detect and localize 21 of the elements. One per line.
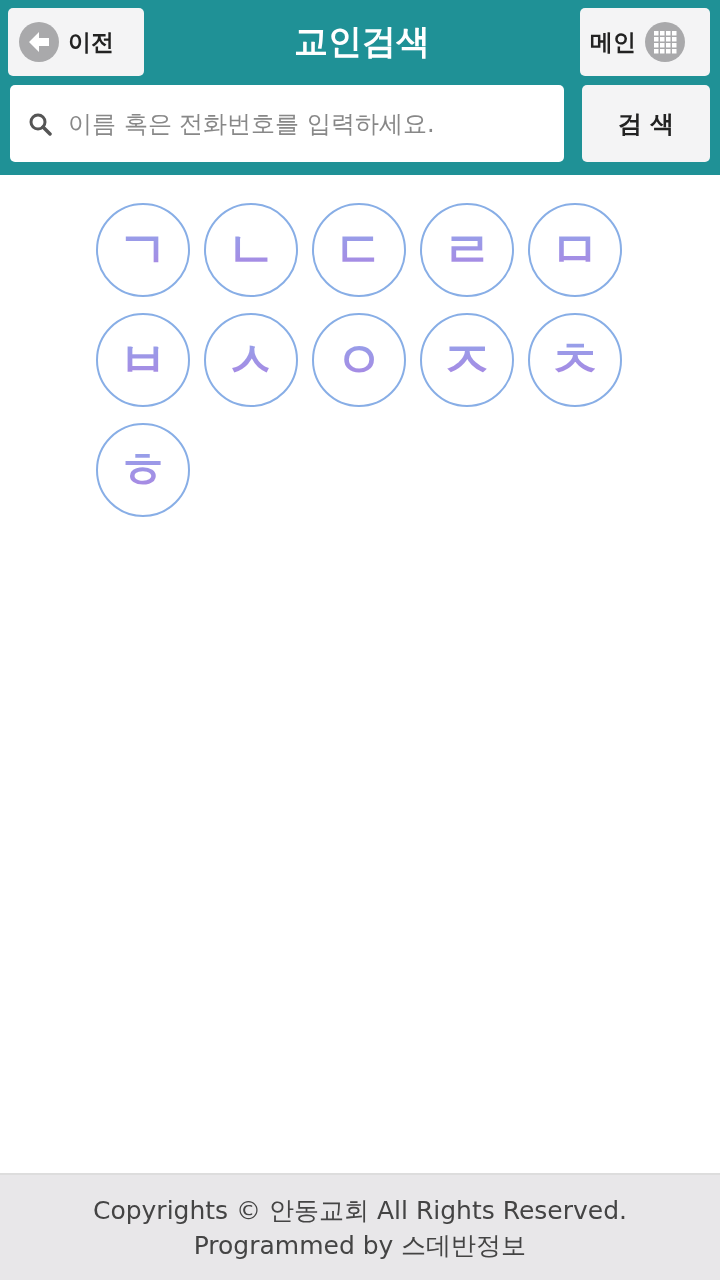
- initial-button[interactable]: ㅊ: [528, 313, 622, 407]
- initial-button[interactable]: ㅅ: [204, 313, 298, 407]
- search-bar[interactable]: 이름 혹은 전화번호를 입력하세요.: [10, 85, 564, 162]
- initial-button[interactable]: ㅂ: [96, 313, 190, 407]
- main-button[interactable]: 메인: [580, 8, 710, 76]
- initial-button[interactable]: ㄱ: [96, 203, 190, 297]
- grid-icon: [644, 21, 686, 63]
- initial-button[interactable]: ㅈ: [420, 313, 514, 407]
- footer-text: Copyrights © 안동교회 All Rights Reserved.: [92, 1194, 628, 1227]
- search-field[interactable]: 이름 혹은 전화번호를 입력하세요.: [66, 108, 546, 139]
- page-title: 교인검색: [293, 20, 431, 63]
- footer-text: Programmed by 스데반정보: [193, 1229, 527, 1262]
- initial-button[interactable]: ㄹ: [420, 203, 514, 297]
- initial-button[interactable]: ㅁ: [528, 203, 622, 297]
- initial-button[interactable]: ㄷ: [312, 203, 406, 297]
- initial-button[interactable]: ㄴ: [204, 203, 298, 297]
- back-button[interactable]: 이전: [8, 8, 144, 76]
- initial-button[interactable]: ㅎ: [96, 423, 190, 517]
- initial-button[interactable]: ㅇ: [312, 313, 406, 407]
- search-button[interactable]: 검 색: [582, 85, 710, 162]
- search-icon: [28, 111, 52, 136]
